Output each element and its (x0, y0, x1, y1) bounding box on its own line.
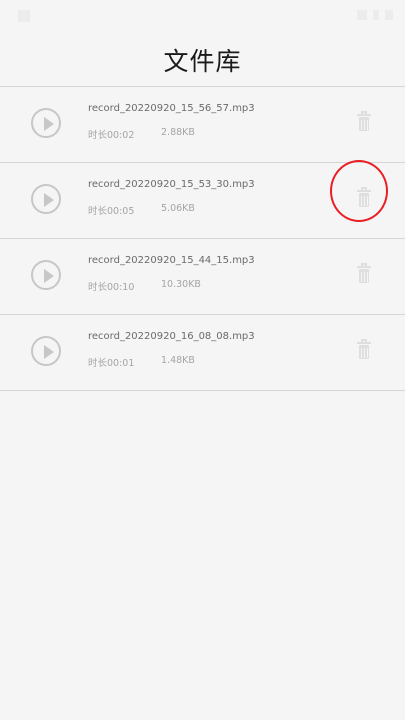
trash-icon[interactable] (356, 339, 372, 359)
file-list: record_20220920_15_56_57.mp3 时长00:02 2.8… (0, 86, 405, 391)
file-name: record_20220920_15_56_57.mp3 (88, 103, 255, 114)
play-icon[interactable] (31, 336, 61, 366)
battery-icon (385, 10, 393, 20)
highlight-circle (330, 160, 388, 222)
play-icon[interactable] (31, 108, 61, 138)
file-duration: 时长00:01 (88, 358, 135, 369)
file-name: record_20220920_15_44_15.mp3 (88, 255, 255, 266)
play-icon[interactable] (31, 184, 61, 214)
file-item[interactable]: record_20220920_16_08_08.mp3 时长00:01 1.4… (0, 315, 405, 391)
play-icon[interactable] (31, 260, 61, 290)
title-bar: 文件库 (0, 30, 405, 86)
status-bar-icons (357, 10, 393, 20)
file-duration: 时长00:02 (88, 130, 135, 141)
file-name: record_20220920_16_08_08.mp3 (88, 331, 255, 342)
file-item[interactable]: record_20220920_15_56_57.mp3 时长00:02 2.8… (0, 87, 405, 163)
file-size: 5.06KB (161, 203, 195, 214)
file-duration: 时长00:05 (88, 206, 135, 217)
page-title: 文件库 (163, 47, 242, 76)
file-size: 10.30KB (161, 279, 201, 290)
signal-icon (373, 10, 379, 20)
file-item[interactable]: record_20220920_15_44_15.mp3 时长00:10 10.… (0, 239, 405, 315)
status-bar-app-icon (18, 10, 30, 22)
trash-icon[interactable] (356, 263, 372, 283)
trash-icon[interactable] (356, 111, 372, 131)
wifi-icon (357, 10, 367, 20)
file-size: 1.48KB (161, 355, 195, 366)
file-duration: 时长00:10 (88, 282, 135, 293)
status-bar (0, 0, 405, 30)
file-size: 2.88KB (161, 127, 195, 138)
file-name: record_20220920_15_53_30.mp3 (88, 179, 255, 190)
